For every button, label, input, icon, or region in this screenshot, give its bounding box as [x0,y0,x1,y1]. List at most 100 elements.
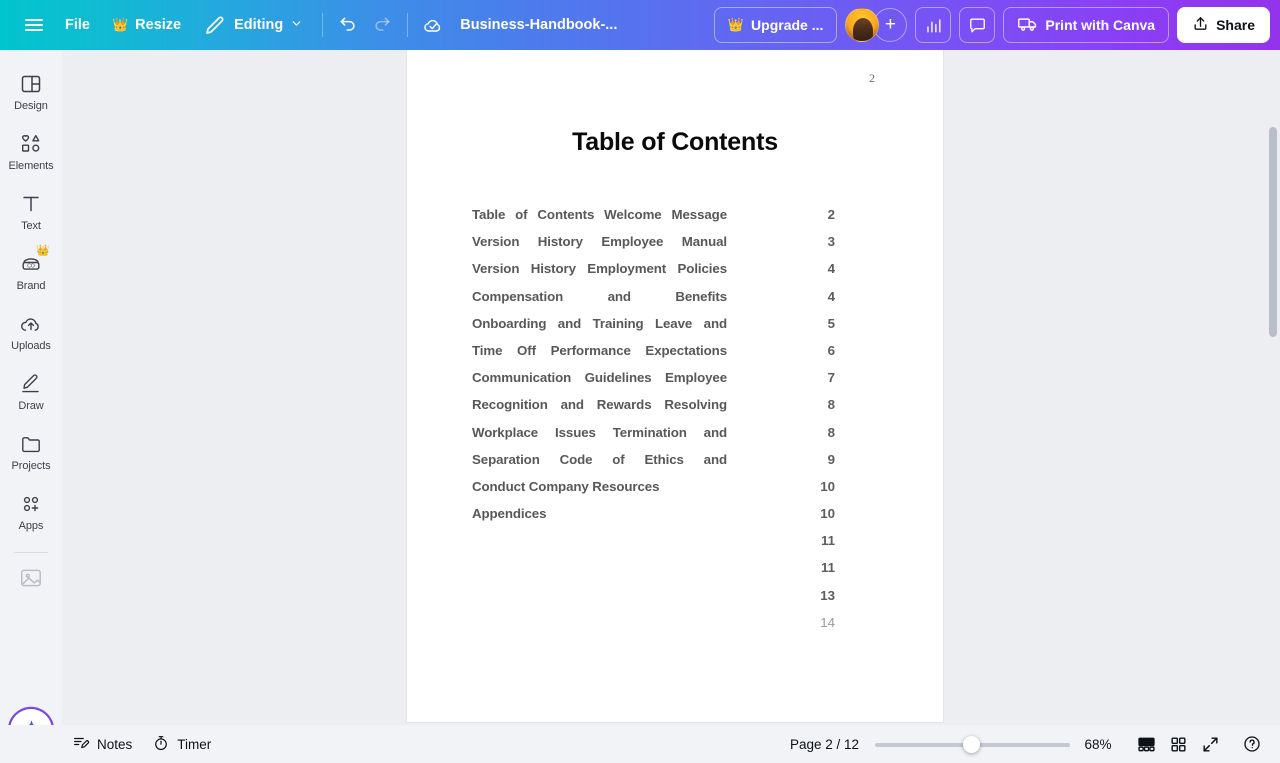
sidebar-label-projects: Projects [11,460,51,472]
undo-arrow-icon[interactable] [331,8,365,42]
toc-entry-label: Table of Contents Welcome Message [472,207,727,222]
toc-row[interactable]: 13 [472,588,892,615]
expand-fullscreen-icon[interactable] [1194,729,1226,759]
sidebar-item-brand[interactable]: 👑 CO Brand [3,244,59,298]
sidebar-label-design: Design [14,100,48,112]
toc-entry-page: 3 [827,234,835,250]
zoom-level-label[interactable]: 68% [1078,737,1118,752]
delivery-truck-icon [1017,13,1038,37]
toc-entry-page: 2 [827,207,835,222]
zoom-slider[interactable] [875,734,1070,754]
timer-button[interactable]: Timer [142,729,221,759]
toc-entry-page: 10 [820,506,835,522]
insights-bar-chart-icon[interactable] [915,7,952,43]
toc-row[interactable]: Compensation and Benefits 4 [472,289,892,316]
toc-entry-label: Version History Employment Policies [472,261,727,277]
toc-entry-label: Workplace Issues Termination and [472,424,727,440]
toc-row[interactable]: 11 [472,533,892,560]
text-t-icon [19,192,43,216]
toc-row[interactable]: Workplace Issues Termination and 8 [472,425,892,452]
help-question-icon[interactable] [1236,729,1268,759]
plus-icon: + [884,14,896,35]
sidebar-item-text[interactable]: Text [3,184,59,238]
editing-label: Editing [234,17,284,33]
upgrade-button[interactable]: 👑 Upgrade ... [713,7,838,43]
layout-panel-icon [19,72,43,96]
svg-text:CO: CO [27,264,35,270]
upgrade-label: Upgrade ... [751,17,824,33]
sidebar-label-brand: Brand [16,280,46,292]
presenter-view-icon[interactable] [1130,729,1162,759]
bottom-toolbar: Notes Timer Page 2 / 12 68% [0,725,1280,763]
sidebar-item-projects[interactable]: Projects [3,424,59,478]
zoom-slider-handle[interactable] [963,736,980,753]
print-label: Print with Canva [1045,17,1156,33]
document-title[interactable]: Business-Handbook-... [450,8,627,42]
toc-entry-page: 11 [820,560,835,576]
crown-icon: 👑 [727,17,745,32]
toc-entry-label: Appendices [472,506,547,522]
sidebar-item-elements[interactable]: Elements [3,124,59,178]
toc-row[interactable]: Table of Contents Welcome Message 2 [472,207,892,234]
toc-row[interactable]: Appendices 10 [472,506,892,533]
hamburger-menu-icon[interactable] [14,8,54,42]
pen-draw-icon [19,372,43,396]
toc-row[interactable]: Version History Employee Manual 3 [472,234,892,261]
toc-row[interactable]: 14 [472,615,892,642]
print-with-canva-button[interactable]: Print with Canva [1003,7,1170,43]
toc-entry-page: 11 [820,533,835,549]
pencil-icon [203,13,227,37]
toc-row[interactable]: Recognition and Rewards Resolving 8 [472,397,892,424]
grid-view-icon[interactable] [1162,729,1194,759]
toc-row[interactable]: Conduct Company Resources 10 [472,479,892,506]
crown-icon: 👑 [111,17,129,32]
toc-entry-label: Recognition and Rewards Resolving [472,397,727,413]
cloud-check-icon[interactable] [416,8,450,42]
timer-label: Timer [177,736,212,752]
sidebar-item-design[interactable]: Design [3,64,59,118]
page-title[interactable]: Table of Contents [407,128,943,157]
page-indicator[interactable]: Page 2 / 12 [782,737,867,752]
toc-row[interactable]: 11 [472,560,892,587]
file-menu-button[interactable]: File [54,8,101,42]
notes-label: Notes [97,736,133,752]
sidebar-label-apps: Apps [18,520,44,532]
cloud-upload-icon [19,312,43,336]
vertical-scrollbar[interactable] [1269,127,1277,337]
image-placeholder-icon[interactable] [17,565,45,591]
document-page[interactable]: 2 Table of Contents Table of Contents We… [407,50,943,722]
left-sidebar: Design Elements Text 👑 CO Brand Uploads … [0,50,62,763]
toc-row[interactable]: Onboarding and Training Leave and 5 [472,316,892,343]
table-of-contents-list: Table of Contents Welcome Message 2 Vers… [472,207,892,642]
redo-arrow-icon[interactable] [365,8,399,42]
share-button[interactable]: Share [1177,7,1270,43]
toc-row[interactable]: Communication Guidelines Employee 7 [472,370,892,397]
toc-entry-page: 10 [820,478,835,494]
toc-entry-label: Communication Guidelines Employee [472,370,727,386]
sidebar-item-apps[interactable]: Apps [3,484,59,538]
sidebar-item-draw[interactable]: Draw [3,364,59,418]
sidebar-divider [14,552,48,553]
resize-button[interactable]: 👑 Resize [101,8,192,42]
toc-entry-page: 6 [827,342,835,358]
comment-speech-bubble-icon[interactable] [959,7,996,43]
user-avatar[interactable] [845,8,880,42]
stopwatch-icon [152,734,170,755]
shapes-icon [19,132,43,156]
toc-entry-page: 5 [827,315,835,331]
collaborators-group: + [845,8,908,42]
toc-row[interactable]: Time Off Performance Expectations 6 [472,343,892,370]
toc-entry-page: 8 [827,424,835,440]
sidebar-label-draw: Draw [18,400,44,412]
toolbar-divider [322,13,324,37]
toc-entry-page: 8 [827,397,835,413]
chevron-down-icon [290,17,303,34]
editing-mode-button[interactable]: Editing [192,8,314,42]
toc-entry-page: 14 [820,614,835,630]
sidebar-item-uploads[interactable]: Uploads [3,304,59,358]
notes-button[interactable]: Notes [62,729,142,759]
toc-row[interactable]: Version History Employment Policies 4 [472,261,892,288]
toc-entry-label: Onboarding and Training Leave and [472,315,727,331]
toc-row[interactable]: Separation Code of Ethics and 9 [472,452,892,479]
canvas-scroll-area[interactable]: 2 Table of Contents Table of Contents We… [62,50,1280,725]
